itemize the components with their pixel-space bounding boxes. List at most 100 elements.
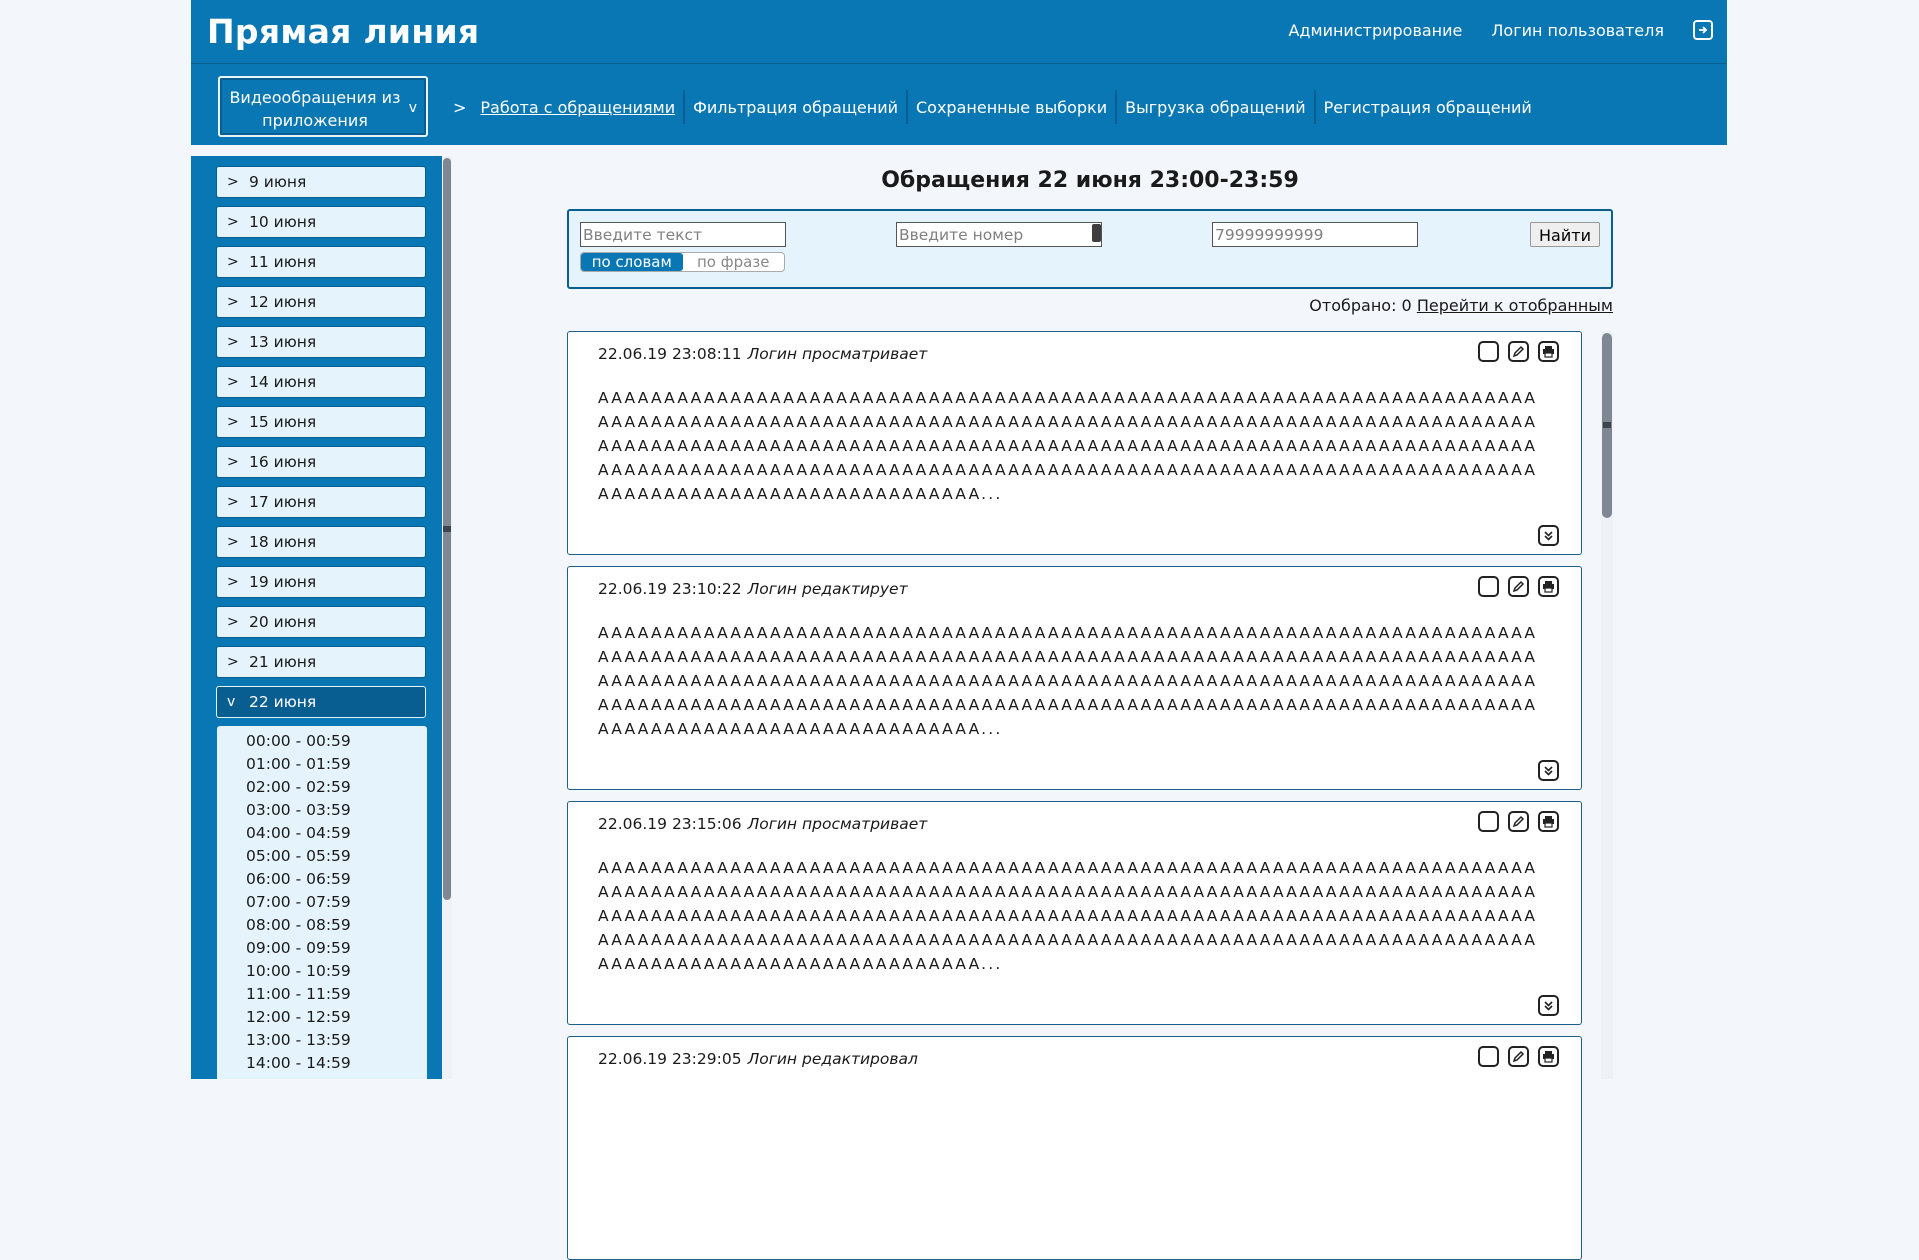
header-divider xyxy=(191,63,1727,64)
sidebar-date-item-active[interactable]: v 22 июня xyxy=(216,686,426,718)
edit-icon[interactable] xyxy=(1508,811,1529,832)
chevron-right-icon: > xyxy=(227,454,239,470)
card-text-line: AAAAAAAAAAAAAAAAAAAAAAAAAAAAAAAAAAAAAAAA… xyxy=(598,883,1538,901)
sidebar-date-item[interactable]: >9 июня xyxy=(216,166,426,198)
chevron-down-icon: v xyxy=(408,100,417,116)
chevron-right-icon: > xyxy=(227,494,239,510)
time-slot-item[interactable]: 00:00 - 00:59 xyxy=(246,732,351,750)
time-slot-item[interactable]: 14:00 - 14:59 xyxy=(246,1054,351,1072)
time-slot-item[interactable]: 13:00 - 13:59 xyxy=(246,1031,351,1049)
checkbox-icon[interactable] xyxy=(1478,341,1499,362)
sidebar-date-item[interactable]: >21 июня xyxy=(216,646,426,678)
go-to-selected-link[interactable]: Перейти к отобранным xyxy=(1417,296,1613,315)
card-datetime: 22.06.19 23:29:05 xyxy=(598,1050,742,1068)
checkbox-icon[interactable] xyxy=(1478,576,1499,597)
number-input[interactable] xyxy=(896,222,1102,247)
chevron-right-icon: > xyxy=(227,254,239,270)
sidebar-date-item[interactable]: >15 июня xyxy=(216,406,426,438)
card-text: AAAAAAAAAAAAAAAAAAAAAAAAAAAAAAAAAAAAAAAA… xyxy=(598,856,1558,976)
admin-link[interactable]: Администрирование xyxy=(1288,21,1462,40)
search-text-input[interactable] xyxy=(580,222,786,247)
card-text-line: AAAAAAAAAAAAAAAAAAAAAAAAAAAAAAAAAAAAAAAA… xyxy=(598,907,1538,925)
sidebar-date-label: 10 июня xyxy=(249,213,317,231)
time-slot-item[interactable]: 10:00 - 10:59 xyxy=(246,962,351,980)
sidebar-date-label: 12 июня xyxy=(249,293,317,311)
print-icon[interactable] xyxy=(1538,576,1559,597)
time-slot-panel: 00:00 - 00:59 01:00 - 01:59 02:00 - 02:5… xyxy=(217,726,427,1079)
time-slot-item[interactable]: 06:00 - 06:59 xyxy=(246,870,351,888)
main-nav: > Работа с обращениями Фильтрация обраще… xyxy=(453,90,1540,124)
find-button[interactable]: Найти xyxy=(1530,222,1600,247)
card-status: Логин просматривает xyxy=(747,815,928,833)
mode-by-phrase[interactable]: по фразе xyxy=(683,253,785,271)
card-text-line: AAAAAAAAAAAAAAAAAAAAAAAAAAAAA... xyxy=(598,485,1003,503)
sidebar-date-item[interactable]: >10 июня xyxy=(216,206,426,238)
chevron-right-icon: > xyxy=(227,214,239,230)
selected-count: Отобрано: 0 xyxy=(1309,296,1412,315)
nav-item-work[interactable]: Работа с обращениями xyxy=(480,98,683,117)
sidebar-date-item[interactable]: >19 июня xyxy=(216,566,426,598)
sidebar-date-label: 22 июня xyxy=(249,693,317,711)
time-slot-item[interactable]: 01:00 - 01:59 xyxy=(246,755,351,773)
sidebar-date-item[interactable]: >13 июня xyxy=(216,326,426,358)
sidebar-date-item[interactable]: >14 июня xyxy=(216,366,426,398)
sidebar-date-item[interactable]: >16 июня xyxy=(216,446,426,478)
sidebar-date-item[interactable]: >17 июня xyxy=(216,486,426,518)
breadcrumb-arrow: > xyxy=(453,97,467,117)
user-login-link[interactable]: Логин пользователя xyxy=(1491,21,1664,40)
nav-item-saved[interactable]: Сохраненные выборки xyxy=(908,98,1115,117)
search-panel: Найти по словам по фразе xyxy=(567,209,1613,289)
chevron-right-icon: > xyxy=(227,334,239,350)
print-icon[interactable] xyxy=(1538,811,1559,832)
phone-input[interactable] xyxy=(1212,222,1418,247)
card-text-line: AAAAAAAAAAAAAAAAAAAAAAAAAAAAAAAAAAAAAAAA… xyxy=(598,461,1538,479)
card-text-line: AAAAAAAAAAAAAAAAAAAAAAAAAAAAAAAAAAAAAAAA… xyxy=(598,859,1538,877)
nav-item-export[interactable]: Выгрузка обращений xyxy=(1117,98,1314,117)
card-text-line: AAAAAAAAAAAAAAAAAAAAAAAAAAAAA... xyxy=(598,955,1003,973)
chevron-right-icon: > xyxy=(227,294,239,310)
edit-icon[interactable] xyxy=(1508,341,1529,362)
nav-item-register[interactable]: Регистрация обращений xyxy=(1316,98,1540,117)
mode-by-words[interactable]: по словам xyxy=(581,253,683,271)
selected-summary: Отобрано: 0 Перейти к отобранным xyxy=(1309,296,1613,315)
checkbox-icon[interactable] xyxy=(1478,811,1499,832)
card-text-line: AAAAAAAAAAAAAAAAAAAAAAAAAAAAAAAAAAAAAAAA… xyxy=(598,389,1538,407)
time-slot-item[interactable]: 07:00 - 07:59 xyxy=(246,893,351,911)
print-icon[interactable] xyxy=(1538,341,1559,362)
time-slot-item[interactable]: 08:00 - 08:59 xyxy=(246,916,351,934)
sidebar-date-item[interactable]: >12 июня xyxy=(216,286,426,318)
stepper-icon[interactable] xyxy=(1092,224,1101,242)
time-slot-item[interactable]: 04:00 - 04:59 xyxy=(246,824,351,842)
expand-icon[interactable] xyxy=(1538,525,1559,546)
sidebar-date-item[interactable]: >11 июня xyxy=(216,246,426,278)
sidebar-date-label: 9 июня xyxy=(249,173,307,191)
checkbox-icon[interactable] xyxy=(1478,1046,1499,1067)
sidebar-date-item[interactable]: >18 июня xyxy=(216,526,426,558)
expand-icon[interactable] xyxy=(1538,760,1559,781)
scroll-grip-icon xyxy=(1603,422,1611,428)
card-text-line: AAAAAAAAAAAAAAAAAAAAAAAAAAAAAAAAAAAAAAAA… xyxy=(598,413,1538,431)
logout-icon[interactable] xyxy=(1693,20,1713,40)
card-meta: 22.06.19 23:08:11 Логин просматривает xyxy=(598,345,927,363)
card-actions xyxy=(1478,811,1559,832)
expand-icon[interactable] xyxy=(1538,995,1559,1016)
nav-item-filter[interactable]: Фильтрация обращений xyxy=(685,98,906,117)
edit-icon[interactable] xyxy=(1508,1046,1529,1067)
card-datetime: 22.06.19 23:15:06 xyxy=(598,815,742,833)
date-sidebar: >9 июня >10 июня >11 июня >12 июня >13 и… xyxy=(191,156,452,1079)
edit-icon[interactable] xyxy=(1508,576,1529,597)
time-slot-item[interactable]: 09:00 - 09:59 xyxy=(246,939,351,957)
section-dropdown-label: Видеообращения из приложения xyxy=(229,88,401,130)
time-slot-item[interactable]: 11:00 - 11:59 xyxy=(246,985,351,1003)
time-slot-item[interactable]: 03:00 - 03:59 xyxy=(246,801,351,819)
sidebar-date-label: 20 июня xyxy=(249,613,317,631)
sidebar-date-item[interactable]: >20 июня xyxy=(216,606,426,638)
time-slot-item[interactable]: 05:00 - 05:59 xyxy=(246,847,351,865)
search-mode-toggle: по словам по фразе xyxy=(580,252,785,272)
time-slot-item[interactable]: 02:00 - 02:59 xyxy=(246,778,351,796)
card-datetime: 22.06.19 23:08:11 xyxy=(598,345,742,363)
time-slot-item[interactable]: 12:00 - 12:59 xyxy=(246,1008,351,1026)
section-dropdown[interactable]: Видеообращения из приложения v xyxy=(218,76,428,137)
print-icon[interactable] xyxy=(1538,1046,1559,1067)
chevron-right-icon: > xyxy=(227,534,239,550)
